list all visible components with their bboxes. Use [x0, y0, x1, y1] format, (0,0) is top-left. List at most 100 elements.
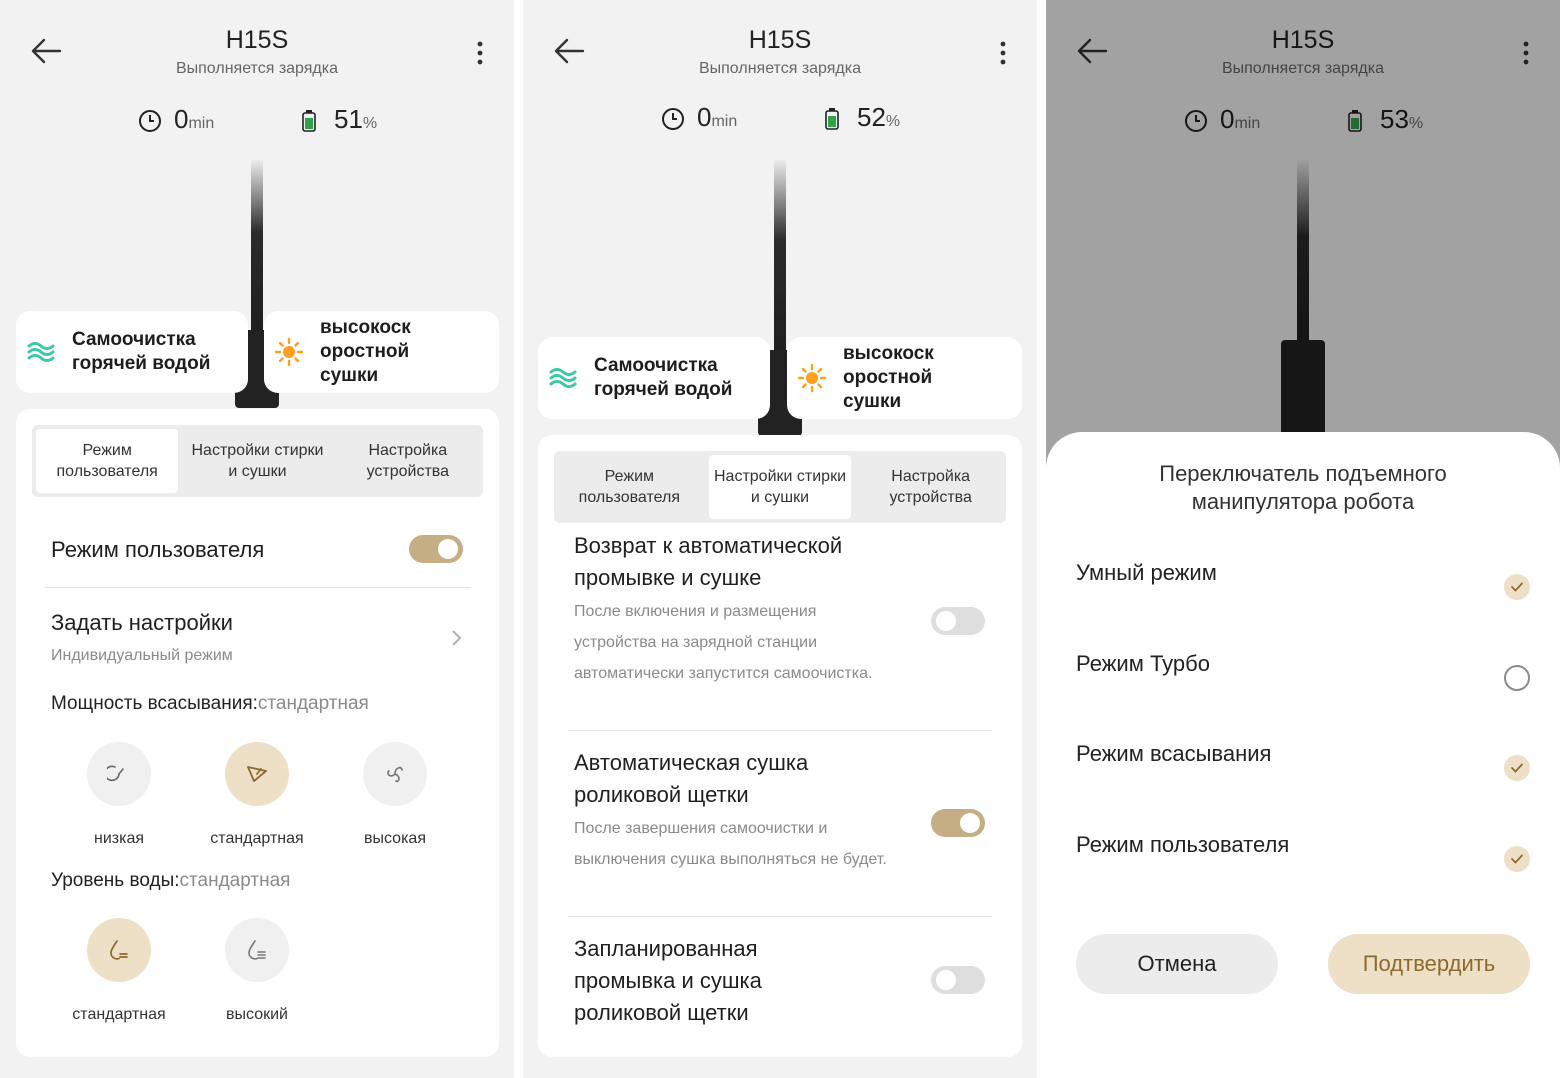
app-header: H15S Выполняется зарядка: [523, 0, 1037, 96]
tab-bar: Режим пользователя Настройки стирки и су…: [32, 425, 483, 497]
runtime-stat: 0 min: [661, 102, 737, 133]
tab-user-mode[interactable]: Режим пользователя: [36, 429, 179, 493]
suction-low-option[interactable]: низкая: [49, 742, 189, 848]
water-drop-high-icon: [248, 940, 266, 960]
auto-wash-title: Возврат к автоматической промывке и сушк…: [574, 533, 843, 590]
divider: [568, 730, 992, 731]
waves-icon: [27, 342, 55, 362]
runtime-value: 0: [697, 102, 712, 132]
option-smart-mode-label: Умный режим: [1076, 560, 1217, 585]
clock-icon: [139, 110, 161, 132]
tab-device[interactable]: Настройка устройства: [859, 455, 1002, 519]
self-clean-chip[interactable]: Самоочистка горячей водой: [16, 311, 248, 393]
self-clean-label: Самоочистка горячей водой: [72, 329, 211, 374]
page-subtitle: Выполняется зарядка: [175, 60, 339, 77]
battery-unit: %: [885, 113, 901, 130]
auto-brush-dry-desc: После завершения самоочистки и выключени…: [574, 820, 887, 868]
drying-label: высокоскоростной сушки: [843, 343, 934, 412]
scheduled-wash-toggle[interactable]: [931, 966, 985, 994]
suction-high-label: высокая: [364, 830, 426, 847]
screen-lift-switch-dialog: H15S Выполняется зарядка 0 min 53 % Пере…: [1046, 0, 1560, 1078]
chevron-right-icon: [452, 630, 462, 646]
water-high-option[interactable]: высокий: [187, 918, 327, 1024]
drying-label: высокоскоростной сушки: [320, 317, 411, 386]
water-standard-label: стандартная: [72, 1006, 166, 1023]
unchecked-circle-icon: [1504, 665, 1530, 691]
check-icon: [1504, 846, 1530, 872]
check-icon: [1504, 755, 1530, 781]
drying-chip[interactable]: высокоскоростной сушки: [264, 311, 499, 393]
divider: [44, 587, 471, 588]
screen-user-mode: H15S Выполняется зарядка 0 min 51 % Само…: [0, 0, 514, 1078]
check-icon: [1504, 574, 1530, 600]
user-mode-toggle[interactable]: [409, 535, 463, 563]
battery-unit: %: [362, 115, 378, 132]
suction-standard-option[interactable]: стандартная: [187, 742, 327, 848]
water-high-label: высокий: [226, 1006, 288, 1023]
waves-icon: [549, 368, 577, 388]
more-options-icon[interactable]: [474, 40, 486, 66]
battery-value: 51: [334, 104, 363, 134]
option-turbo-mode-label: Режим Турбо: [1076, 651, 1210, 676]
battery-icon: [302, 110, 316, 132]
scheduled-wash-title: Запланированная промывка и сушка роликов…: [574, 936, 762, 1025]
settings-panel: Режим пользователя Настройки стирки и су…: [16, 409, 499, 1057]
status-bar: 0 min 51 %: [0, 104, 514, 148]
set-settings-title: Задать настройки: [51, 610, 233, 635]
lift-switch-sheet: Переключатель подъемного манипулятора ро…: [1046, 432, 1560, 1078]
auto-brush-dry-toggle[interactable]: [931, 809, 985, 837]
cancel-button[interactable]: Отмена: [1076, 934, 1278, 994]
clock-icon: [662, 108, 684, 130]
confirm-button[interactable]: Подтвердить: [1328, 934, 1530, 994]
battery-stat: 52 %: [825, 102, 900, 133]
sun-icon: [797, 363, 827, 393]
more-options-icon[interactable]: [997, 40, 1009, 66]
fan-low-icon: [107, 765, 124, 782]
tab-wash-dry[interactable]: Настройки стирки и сушки: [708, 455, 852, 519]
tab-user-mode[interactable]: Режим пользователя: [558, 455, 701, 519]
suction-value: стандартная: [257, 693, 369, 714]
auto-wash-toggle[interactable]: [931, 607, 985, 635]
set-settings-sub: Индивидуальный режим: [51, 647, 233, 664]
suction-high-option[interactable]: высокая: [325, 742, 465, 848]
drying-chip[interactable]: высокоскоростной сушки: [787, 337, 1022, 419]
water-label-text: Уровень воды:: [51, 870, 180, 891]
self-clean-label: Самоочистка горячей водой: [594, 355, 733, 400]
page-title: H15S: [748, 26, 812, 54]
screen-wash-dry-settings: H15S Выполняется зарядка 0 min 52 % Само…: [523, 0, 1037, 1078]
suction-low-label: низкая: [93, 830, 145, 847]
option-user-mode-label: Режим пользователя: [1076, 832, 1290, 857]
set-settings-row[interactable]: Задать настройки Индивидуальный режим: [16, 599, 499, 679]
self-clean-chip[interactable]: Самоочистка горячей водой: [538, 337, 770, 419]
divider: [568, 916, 992, 917]
screens: H15S Выполняется зарядка 0 min 51 % Само…: [0, 0, 1560, 1078]
auto-brush-dry-title: Автоматическая сушка роликовой щетки: [574, 750, 809, 807]
page-subtitle: Выполняется зарядка: [698, 60, 862, 77]
page-title: H15S: [225, 26, 289, 54]
water-standard-option[interactable]: стандартная: [49, 918, 189, 1024]
runtime-value: 0: [174, 104, 189, 134]
app-header: H15S Выполняется зарядка: [0, 0, 514, 96]
tab-wash-dry[interactable]: Настройки стирки и сушки: [186, 429, 328, 493]
suction-standard-label: стандартная: [210, 830, 304, 847]
user-mode-label: Режим пользователя: [51, 537, 265, 562]
tab-bar: Режим пользователя Настройки стирки и су…: [554, 451, 1006, 523]
fan-standard-icon: [247, 766, 267, 782]
option-suction-mode-label: Режим всасывания: [1076, 741, 1272, 766]
auto-wash-desc: После включения и размещения устройства …: [574, 603, 873, 682]
tab-device[interactable]: Настройка устройства: [337, 429, 479, 493]
runtime-unit: min: [711, 113, 738, 130]
sheet-title: Переключатель подъемного манипулятора ро…: [1159, 461, 1447, 514]
battery-value: 52: [857, 102, 886, 132]
suction-label-text: Мощность всасывания:: [51, 693, 258, 714]
status-bar: 0 min 52 %: [523, 102, 1037, 146]
settings-panel: Режим пользователя Настройки стирки и су…: [538, 435, 1022, 1057]
water-drop-icon: [110, 940, 128, 960]
battery-stat: 51 %: [302, 104, 377, 135]
water-value: стандартная: [179, 870, 291, 891]
fan-high-icon: [387, 766, 403, 783]
battery-icon: [825, 108, 839, 130]
sun-icon: [274, 337, 304, 367]
suction-label: Мощность всасывания:стандартная: [51, 693, 369, 715]
water-label: Уровень воды:стандартная: [51, 870, 290, 892]
